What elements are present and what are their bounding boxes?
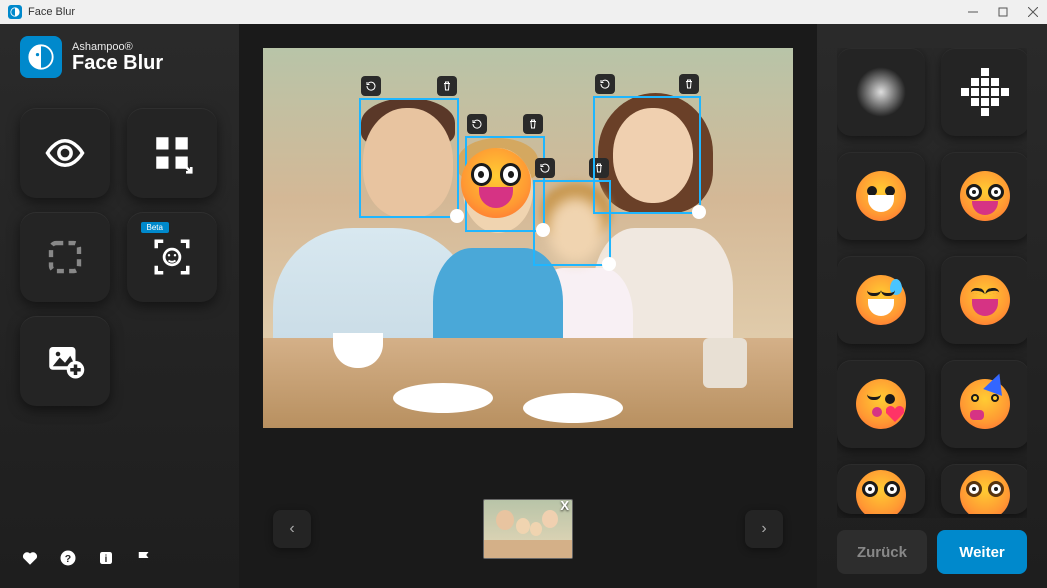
effect-blur[interactable]	[837, 48, 925, 136]
add-image-tool[interactable]	[20, 316, 110, 406]
favorite-button[interactable]	[20, 548, 40, 568]
logo-icon	[20, 36, 62, 78]
help-button[interactable]: ?	[58, 548, 78, 568]
effects-panel: Zurück Weiter	[817, 24, 1047, 588]
sidebar: Ashampoo® Face Blur Beta ?	[0, 24, 239, 588]
app-icon	[8, 5, 22, 19]
emoji-nerd-icon	[856, 470, 906, 514]
heart-icon	[21, 549, 39, 567]
face-detect-tool[interactable]: Beta	[127, 212, 217, 302]
emoji-overlay[interactable]	[461, 148, 531, 218]
brand-name: Ashampoo®	[72, 41, 163, 53]
face-selection-box[interactable]	[359, 98, 459, 218]
image-thumbnail[interactable]: X	[483, 499, 573, 559]
effect-emoji-grin[interactable]	[837, 152, 925, 240]
cycle-effect-button[interactable]	[535, 158, 555, 178]
effect-emoji-kiss[interactable]	[837, 360, 925, 448]
cycle-effect-button[interactable]	[361, 76, 381, 96]
product-name: Face Blur	[72, 53, 163, 73]
emoji-disguise-icon	[960, 470, 1010, 514]
resize-handle[interactable]	[602, 257, 616, 271]
next-image-button[interactable]: ›	[745, 510, 783, 548]
effects-grid-tool[interactable]	[127, 108, 217, 198]
back-button[interactable]: Zurück	[837, 530, 927, 574]
resize-handle[interactable]	[692, 205, 706, 219]
blur-icon	[856, 67, 906, 117]
help-icon: ?	[59, 549, 77, 567]
report-button[interactable]	[134, 548, 154, 568]
image-canvas[interactable]	[263, 48, 793, 428]
emoji-sweat-icon	[856, 275, 906, 325]
info-icon: i	[97, 549, 115, 567]
beta-badge: Beta	[141, 222, 169, 233]
remove-thumbnail-button[interactable]: X	[560, 499, 569, 513]
effect-emoji-disguise[interactable]	[941, 464, 1027, 514]
delete-box-button[interactable]	[679, 74, 699, 94]
eye-icon	[44, 132, 86, 174]
logo: Ashampoo® Face Blur	[20, 36, 219, 78]
info-button[interactable]: i	[96, 548, 116, 568]
emoji-laughing-icon	[960, 275, 1010, 325]
grid-cursor-icon	[151, 132, 193, 174]
svg-text:?: ?	[65, 553, 71, 565]
preview-tool[interactable]	[20, 108, 110, 198]
emoji-kiss-icon	[856, 379, 906, 429]
maximize-button[interactable]	[997, 6, 1009, 18]
effect-emoji-party[interactable]	[941, 360, 1027, 448]
flag-icon	[135, 549, 153, 567]
prev-image-button[interactable]: ‹	[273, 510, 311, 548]
face-scan-icon	[151, 236, 193, 278]
svg-text:i: i	[105, 554, 108, 565]
crop-tool[interactable]	[20, 212, 110, 302]
dashed-square-icon	[44, 236, 86, 278]
face-selection-box[interactable]	[593, 96, 701, 214]
effect-pixelate[interactable]	[941, 48, 1027, 136]
effect-emoji-laughing[interactable]	[941, 256, 1027, 344]
effect-emoji-nerd[interactable]	[837, 464, 925, 514]
close-button[interactable]	[1027, 6, 1039, 18]
delete-box-button[interactable]	[437, 76, 457, 96]
emoji-party-icon	[960, 379, 1010, 429]
cycle-effect-button[interactable]	[467, 114, 487, 134]
effect-emoji-sweat[interactable]	[837, 256, 925, 344]
emoji-glasses-icon	[960, 171, 1010, 221]
emoji-grin-icon	[856, 171, 906, 221]
main-area: ‹ X ›	[239, 24, 817, 588]
minimize-button[interactable]	[967, 6, 979, 18]
next-button[interactable]: Weiter	[937, 530, 1027, 574]
titlebar: Face Blur	[0, 0, 1047, 24]
pixelate-icon	[961, 68, 1009, 116]
effect-emoji-glasses[interactable]	[941, 152, 1027, 240]
window-title: Face Blur	[28, 6, 75, 18]
image-plus-icon	[44, 340, 86, 382]
delete-box-button[interactable]	[523, 114, 543, 134]
cycle-effect-button[interactable]	[595, 74, 615, 94]
